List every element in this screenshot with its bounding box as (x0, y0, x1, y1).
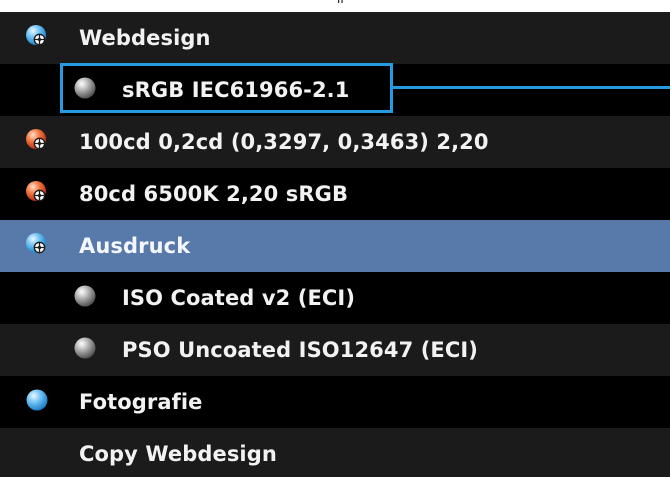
profile-label-fotografie: Fotografie (79, 390, 203, 414)
profile-label-80cd: 80cd 6500K 2,20 sRGB (79, 182, 349, 206)
gray-profile-dot-icon (73, 336, 97, 360)
profile-label-pso-uncoated: PSO Uncoated ISO12647 (ECI) (122, 338, 478, 362)
profile-label-100cd: 100cd 0,2cd (0,3297, 0,3463) 2,20 (79, 130, 489, 154)
profile-row-ausdruck[interactable]: Ausdruck (0, 220, 670, 272)
profile-row-copy-webdesign[interactable]: Copy Webdesign (0, 428, 670, 477)
globe-crosshair-orange-icon (25, 180, 49, 204)
profile-label-ausdruck: Ausdruck (79, 234, 191, 258)
blue-folder-dot-icon (25, 388, 49, 412)
gray-profile-dot-icon (73, 284, 97, 308)
profile-row-fotografie[interactable]: Fotografie (0, 376, 670, 428)
top-edge-glyph: ıı (337, 0, 344, 6)
profile-label-srgb: sRGB IEC61966-2.1 (122, 78, 350, 102)
gray-profile-dot-icon (73, 76, 97, 100)
globe-crosshair-blue-icon (25, 232, 49, 256)
profile-row-80cd[interactable]: 80cd 6500K 2,20 sRGB (0, 168, 670, 220)
profile-label-copy-webdesign: Copy Webdesign (79, 442, 277, 466)
profile-row-iso-coated[interactable]: ISO Coated v2 (ECI) (0, 272, 670, 324)
profile-row-srgb[interactable]: sRGB IEC61966-2.1 (0, 64, 670, 116)
profile-label-iso-coated: ISO Coated v2 (ECI) (122, 286, 356, 310)
profile-row-100cd[interactable]: 100cd 0,2cd (0,3297, 0,3463) 2,20 (0, 116, 670, 168)
color-profile-list: ıı Webdesign (0, 0, 670, 477)
profile-label-webdesign: Webdesign (79, 26, 211, 50)
globe-crosshair-blue-icon (25, 24, 49, 48)
globe-crosshair-orange-icon (25, 128, 49, 152)
profile-row-pso-uncoated[interactable]: PSO Uncoated ISO12647 (ECI) (0, 324, 670, 376)
profile-row-webdesign[interactable]: Webdesign (0, 12, 670, 64)
top-separator: ıı (0, 0, 670, 12)
